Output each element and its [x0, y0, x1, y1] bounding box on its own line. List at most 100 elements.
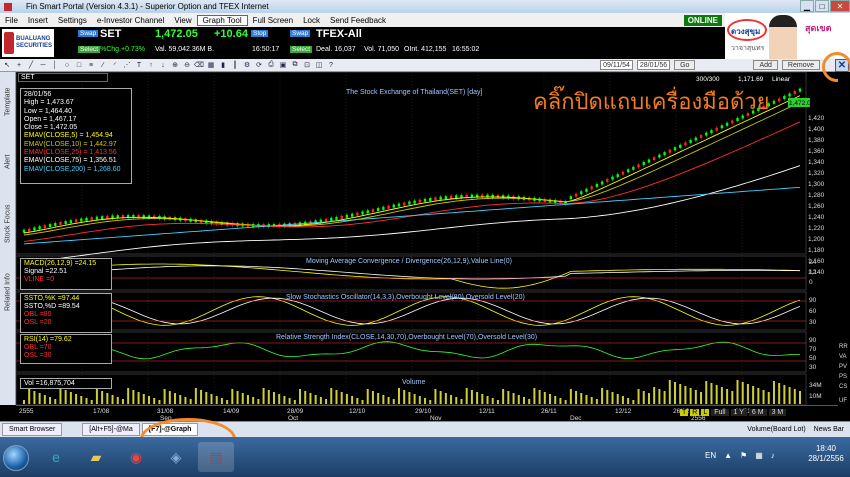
period-1y[interactable]: 1 Y — [730, 409, 747, 416]
volume-bar — [710, 383, 713, 404]
language-indicator[interactable]: EN — [705, 451, 716, 460]
arrow-up-icon[interactable]: ↑ — [147, 61, 155, 69]
fan-icon[interactable]: ⋰ — [123, 61, 131, 69]
volume-bar — [304, 391, 307, 404]
sidebar-tab-related-info[interactable]: Related Info — [2, 264, 14, 320]
menu-send-feedback[interactable]: Send Feedback — [325, 16, 391, 25]
fin-smart-taskbar-icon[interactable]: ▤ — [198, 442, 234, 472]
menu-e-investor-channel[interactable]: e-Investor Channel — [92, 16, 170, 25]
ie-icon[interactable]: e — [38, 442, 74, 472]
vline-icon[interactable]: │ — [51, 61, 59, 69]
set-swap-button[interactable]: Swap — [78, 30, 99, 37]
app-icon-1[interactable]: ◈ — [158, 442, 194, 472]
minimize-icon[interactable]: ▁ — [800, 0, 814, 12]
volume-board-lot[interactable]: Volume(Board Lot) — [747, 426, 813, 433]
grid-icon[interactable]: ▦ — [207, 61, 215, 69]
vline-value: VLINE =0 — [24, 276, 55, 283]
symbol-select[interactable]: SET — [18, 73, 108, 82]
settings-icon[interactable]: ⚙ — [243, 61, 251, 69]
candle-icon[interactable]: ▮ — [219, 61, 227, 69]
rail-pv[interactable]: PV — [839, 364, 847, 370]
macd-value: MACD(26,12,9) =24.15 — [24, 260, 97, 267]
circle-icon[interactable]: ○ — [63, 61, 71, 69]
sidebar-tab-template[interactable]: Template — [2, 78, 14, 126]
copy-icon[interactable]: ⧉ — [291, 61, 299, 69]
period-t-icon[interactable]: T — [680, 409, 689, 416]
volume-bar — [658, 389, 661, 404]
network-icon[interactable]: ▦ — [755, 451, 763, 460]
print-icon[interactable]: ⎙ — [267, 61, 275, 69]
rail-rr[interactable]: RR — [839, 344, 848, 350]
pointer-icon[interactable]: ↖ — [3, 61, 11, 69]
period-r-icon[interactable]: R — [690, 409, 700, 416]
hline-icon[interactable]: ─ — [39, 61, 47, 69]
set-select-button[interactable]: Select — [78, 46, 101, 53]
menu-view[interactable]: View — [169, 16, 196, 25]
explorer-folder-icon[interactable]: ▰ — [78, 442, 114, 472]
close-window-icon[interactable]: ✕ — [830, 0, 850, 12]
volume-bar — [715, 385, 718, 404]
date-to-input[interactable]: 28/01/56 — [636, 60, 671, 70]
lock-icon[interactable]: ⊡ — [303, 61, 311, 69]
period-l-icon[interactable]: L — [701, 409, 710, 416]
sidebar-tab-stock-focus[interactable]: Stock Focus — [2, 194, 14, 254]
volume-bar — [788, 387, 791, 404]
maximize-icon[interactable]: □ — [815, 0, 829, 12]
volume-bar — [601, 388, 604, 404]
bar-icon[interactable]: ┃ — [231, 61, 239, 69]
price-chart[interactable]: 1,420 1,400 1,380 1,360 1,340 1,320 1,300 1,280… — [16, 72, 838, 405]
flag-icon[interactable]: ⚑ — [740, 451, 747, 460]
period-6m[interactable]: 6 M — [748, 409, 767, 416]
rail-cs[interactable]: CS — [839, 384, 847, 390]
menu-file[interactable]: File — [0, 16, 23, 25]
stoch-tick-label: 60 — [809, 308, 817, 315]
signal-value: Signal =22.51 — [24, 268, 68, 275]
help-icon[interactable]: ? — [327, 61, 335, 69]
add-button[interactable]: Add — [753, 60, 778, 70]
channel-icon[interactable]: ≡ — [87, 61, 95, 69]
tfex-select-button[interactable]: Select — [290, 46, 313, 53]
tab-smart-browser[interactable]: Smart Browser — [2, 423, 63, 436]
refresh-icon[interactable]: ⟳ — [255, 61, 263, 69]
rail-uf[interactable]: UF — [839, 398, 847, 404]
save-icon[interactable]: ▣ — [279, 61, 287, 69]
tab-market[interactable]: [Alt+F5]-@Ma — [82, 423, 140, 436]
candle-body — [429, 198, 432, 202]
tray-up-icon[interactable]: ▲ — [724, 451, 732, 460]
news-bar-toggle[interactable]: News Bar — [814, 426, 850, 433]
candle-body — [366, 210, 369, 214]
tfex-swap-button[interactable]: Swap — [290, 30, 311, 37]
rsi-tick-label: 90 — [809, 337, 817, 344]
line-icon[interactable]: ╱ — [27, 61, 35, 69]
menu-lock[interactable]: Lock — [298, 16, 325, 25]
menu-graph-tool[interactable]: Graph Tool — [196, 14, 248, 26]
rect-icon[interactable]: □ — [75, 61, 83, 69]
chrome-icon[interactable]: ◉ — [118, 442, 154, 472]
arc-icon[interactable]: ◜ — [111, 61, 119, 69]
remove-button[interactable]: Remove — [781, 60, 820, 70]
start-button-icon[interactable] — [3, 445, 29, 471]
scale-label[interactable]: Linear — [772, 76, 791, 83]
erase-icon[interactable]: ⌫ — [194, 61, 204, 69]
menu-settings[interactable]: Settings — [53, 16, 92, 25]
fibo-icon[interactable]: ⁄ — [99, 61, 107, 69]
date-from-input[interactable]: 09/11/54 — [600, 60, 633, 70]
candle-body — [85, 217, 88, 221]
sidebar-tab-alert[interactable]: Alert — [2, 142, 14, 182]
taskbar-clock[interactable]: 18:40 28/1/2556 — [806, 444, 846, 464]
info-low: Low = 1,464.40 — [24, 107, 73, 115]
go-button[interactable]: Go — [674, 60, 696, 70]
rail-ps[interactable]: PS — [839, 374, 847, 380]
template-icon[interactable]: ◫ — [315, 61, 323, 69]
arrow-down-icon[interactable]: ↓ — [159, 61, 167, 69]
zoom-out-icon[interactable]: ⊖ — [183, 61, 191, 69]
volume-icon[interactable]: ♪ — [771, 451, 775, 460]
rail-va[interactable]: VA — [839, 354, 847, 360]
text-icon[interactable]: T — [135, 61, 143, 69]
zoom-in-icon[interactable]: ⊕ — [171, 61, 179, 69]
period-full[interactable]: Full — [711, 409, 729, 416]
menu-full-screen[interactable]: Full Screen — [248, 16, 298, 25]
menu-insert[interactable]: Insert — [23, 16, 53, 25]
period-3m[interactable]: 3 M — [768, 409, 787, 416]
cross-icon[interactable]: + — [15, 61, 23, 69]
